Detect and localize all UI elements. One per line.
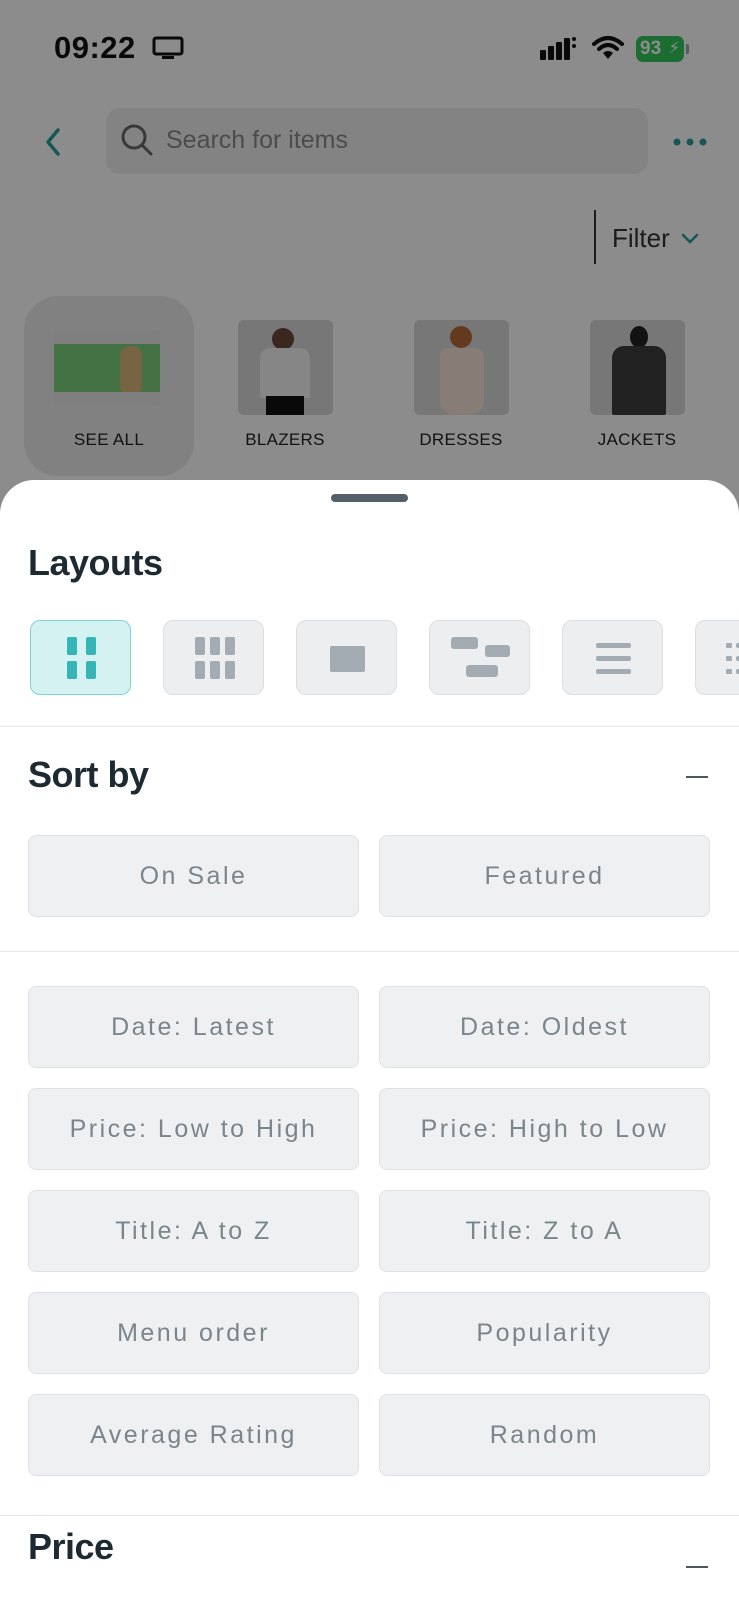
sort-title-z-a-button[interactable]: Title: Z to A: [379, 1190, 710, 1272]
sort-average-rating-button[interactable]: Average Rating: [28, 1394, 359, 1476]
sort-random-button[interactable]: Random: [379, 1394, 710, 1476]
sort-date-latest-button[interactable]: Date: Latest: [28, 986, 359, 1068]
sort-featured-button[interactable]: Featured: [379, 835, 710, 917]
divider: [0, 951, 739, 952]
layouts-title: Layouts: [28, 542, 163, 583]
grid-3-col-icon: [195, 637, 235, 679]
layout-grid-3-button[interactable]: [163, 620, 264, 695]
layout-detailed-list-button[interactable]: [695, 620, 739, 695]
grid-2-col-icon: [67, 637, 96, 679]
sort-layout-sheet: Layouts Sort by On Sale Featured Date: L…: [0, 480, 739, 1600]
collapse-price-icon[interactable]: [686, 1566, 708, 1568]
detailed-list-icon: [726, 643, 739, 674]
sort-menu-order-button[interactable]: Menu order: [28, 1292, 359, 1374]
sort-on-sale-button[interactable]: On Sale: [28, 835, 359, 917]
masonry-icon: [451, 637, 510, 677]
sort-date-oldest-button[interactable]: Date: Oldest: [379, 986, 710, 1068]
sheet-drag-handle[interactable]: [331, 494, 408, 502]
layout-masonry-button[interactable]: [429, 620, 530, 695]
collapse-sort-icon[interactable]: [686, 776, 708, 778]
price-title: Price: [28, 1526, 114, 1567]
divider: [0, 1515, 739, 1516]
single-card-icon: [330, 646, 365, 672]
sort-popularity-button[interactable]: Popularity: [379, 1292, 710, 1374]
layout-single-button[interactable]: [296, 620, 397, 695]
sort-price-high-low-button[interactable]: Price: High to Low: [379, 1088, 710, 1170]
sort-price-low-high-button[interactable]: Price: Low to High: [28, 1088, 359, 1170]
list-icon: [596, 643, 631, 674]
layout-list-button[interactable]: [562, 620, 663, 695]
divider: [0, 726, 739, 727]
sort-by-title: Sort by: [28, 754, 149, 795]
sort-title-a-z-button[interactable]: Title: A to Z: [28, 1190, 359, 1272]
layout-options: [30, 620, 739, 696]
layout-grid-2-button[interactable]: [30, 620, 131, 695]
